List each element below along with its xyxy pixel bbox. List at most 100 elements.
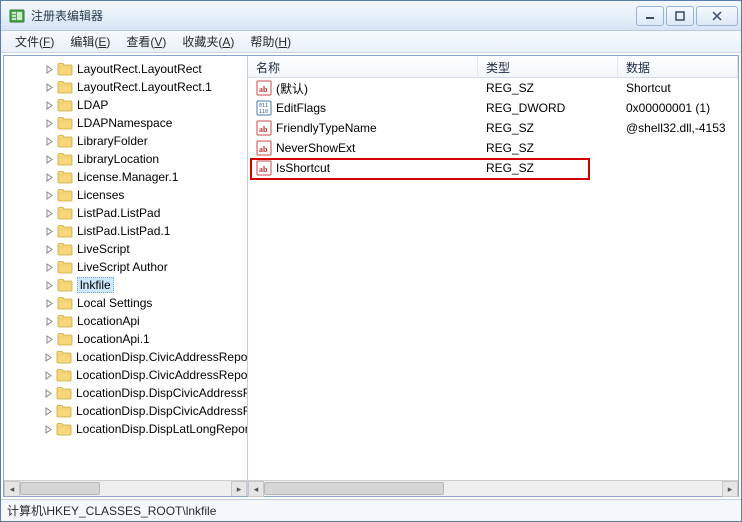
expand-icon[interactable] (44, 352, 53, 362)
expand-icon[interactable] (44, 280, 54, 290)
tree-hscrollbar[interactable]: ◂ ▸ (4, 480, 247, 496)
value-name: NeverShowExt (276, 141, 355, 155)
tree-item[interactable]: LocationDisp.DispLatLongReport (4, 420, 247, 438)
scroll-track[interactable] (20, 481, 231, 496)
expand-icon[interactable] (44, 388, 53, 398)
expand-icon[interactable] (44, 262, 54, 272)
scroll-left-button[interactable]: ◂ (4, 481, 20, 496)
expand-icon[interactable] (44, 424, 53, 434)
cell-name: abIsShortcut (248, 160, 478, 176)
list-row[interactable]: 011110EditFlagsREG_DWORD0x00000001 (1) (248, 98, 738, 118)
column-header-type[interactable]: 类型 (478, 56, 618, 77)
tree-item[interactable]: LDAPNamespace (4, 114, 247, 132)
list-hscrollbar[interactable]: ◂ ▸ (248, 480, 738, 496)
folder-icon (57, 170, 73, 184)
tree-item[interactable]: LiveScript Author (4, 258, 247, 276)
menu-item-v[interactable]: 查看(V) (118, 31, 174, 52)
list-row[interactable]: ab(默认)REG_SZShortcut (248, 78, 738, 98)
maximize-button[interactable] (666, 6, 694, 26)
tree-item[interactable]: ListPad.ListPad.1 (4, 222, 247, 240)
scroll-thumb[interactable] (20, 482, 100, 495)
list-row[interactable]: abFriendlyTypeNameREG_SZ@shell32.dll,-41… (248, 118, 738, 138)
tree-item[interactable]: LayoutRect.LayoutRect.1 (4, 78, 247, 96)
string-value-icon: ab (256, 120, 272, 136)
tree-pane[interactable]: LayoutRect.LayoutRect LayoutRect.LayoutRe… (4, 56, 248, 496)
tree-item[interactable]: LocationApi.1 (4, 330, 247, 348)
expand-icon[interactable] (44, 316, 54, 326)
tree-item[interactable]: LiveScript (4, 240, 247, 258)
tree-item[interactable]: LocationDisp.DispCivicAddressReport (4, 384, 247, 402)
tree-item[interactable]: LocationDisp.CivicAddressReport.1 (4, 366, 247, 384)
menu-item-f[interactable]: 文件(F) (7, 31, 62, 52)
cell-type: REG_DWORD (478, 101, 618, 115)
tree-item-label: LocationDisp.CivicAddressReport (76, 350, 248, 364)
cell-name: abNeverShowExt (248, 140, 478, 156)
tree-item[interactable]: Local Settings (4, 294, 247, 312)
tree-item[interactable]: License.Manager.1 (4, 168, 247, 186)
scroll-left-button[interactable]: ◂ (248, 481, 264, 497)
cell-data: Shortcut (618, 81, 738, 95)
list-row[interactable]: abNeverShowExtREG_SZ (248, 138, 738, 158)
expand-icon[interactable] (44, 298, 54, 308)
tree-item[interactable]: Licenses (4, 186, 247, 204)
tree-item-label: Local Settings (77, 296, 152, 310)
expand-icon[interactable] (44, 64, 54, 74)
tree-item[interactable]: LayoutRect.LayoutRect (4, 60, 247, 78)
folder-icon (57, 116, 73, 130)
list-body[interactable]: ab(默认)REG_SZShortcut011110EditFlagsREG_D… (248, 78, 738, 480)
tree-item[interactable]: LocationDisp.DispCivicAddressReport.1 (4, 402, 247, 420)
window-buttons (636, 6, 738, 26)
expand-icon[interactable] (44, 82, 54, 92)
menu-item-e[interactable]: 编辑(E) (62, 31, 118, 52)
expand-icon[interactable] (44, 118, 54, 128)
statusbar-path: 计算机\HKEY_CLASSES_ROOT\lnkfile (7, 502, 216, 519)
tree-item-label: lnkfile (77, 277, 114, 293)
tree-item[interactable]: LibraryLocation (4, 150, 247, 168)
minimize-button[interactable] (636, 6, 664, 26)
scroll-track[interactable] (264, 481, 722, 496)
tree-item[interactable]: LocationApi (4, 312, 247, 330)
column-header-data[interactable]: 数据 (618, 56, 738, 77)
folder-icon (56, 350, 72, 364)
tree-item-label: LDAPNamespace (77, 116, 172, 130)
binary-value-icon: 011110 (256, 100, 272, 116)
tree-item-label: ListPad.ListPad (77, 206, 160, 220)
menu-item-h[interactable]: 帮助(H) (242, 31, 299, 52)
titlebar: 注册表编辑器 (1, 1, 741, 31)
tree-item[interactable]: LocationDisp.CivicAddressReport (4, 348, 247, 366)
folder-icon (57, 152, 73, 166)
folder-icon (57, 62, 73, 76)
expand-icon[interactable] (44, 190, 54, 200)
expand-icon[interactable] (44, 406, 53, 416)
expand-icon[interactable] (44, 136, 54, 146)
tree-item[interactable]: LibraryFolder (4, 132, 247, 150)
scroll-right-button[interactable]: ▸ (722, 481, 738, 497)
folder-icon (57, 278, 73, 292)
app-icon (9, 8, 25, 24)
expand-icon[interactable] (44, 226, 54, 236)
expand-icon[interactable] (44, 100, 54, 110)
cell-type: REG_SZ (478, 161, 618, 175)
expand-icon[interactable] (44, 154, 54, 164)
scroll-right-button[interactable]: ▸ (231, 481, 247, 496)
expand-icon[interactable] (44, 334, 54, 344)
tree-item-label: LocationApi (77, 314, 140, 328)
close-button[interactable] (696, 6, 738, 26)
expand-icon[interactable] (44, 172, 54, 182)
cell-name: ab(默认) (248, 80, 478, 97)
list-row[interactable]: abIsShortcutREG_SZ (248, 158, 738, 178)
tree-item-label: LibraryLocation (77, 152, 159, 166)
column-header-name[interactable]: 名称 (248, 56, 478, 77)
expand-icon[interactable] (44, 370, 53, 380)
tree-item-label: LocationDisp.CivicAddressReport.1 (76, 368, 248, 382)
tree-item[interactable]: LDAP (4, 96, 247, 114)
scroll-thumb[interactable] (264, 482, 444, 495)
folder-icon (57, 98, 73, 112)
tree-item[interactable]: lnkfile (4, 276, 247, 294)
menu-item-a[interactable]: 收藏夹(A) (174, 31, 242, 52)
tree-item-label: ListPad.ListPad.1 (77, 224, 170, 238)
expand-icon[interactable] (44, 244, 54, 254)
expand-icon[interactable] (44, 208, 54, 218)
tree-item[interactable]: ListPad.ListPad (4, 204, 247, 222)
tree-item-label: LayoutRect.LayoutRect.1 (77, 80, 212, 94)
